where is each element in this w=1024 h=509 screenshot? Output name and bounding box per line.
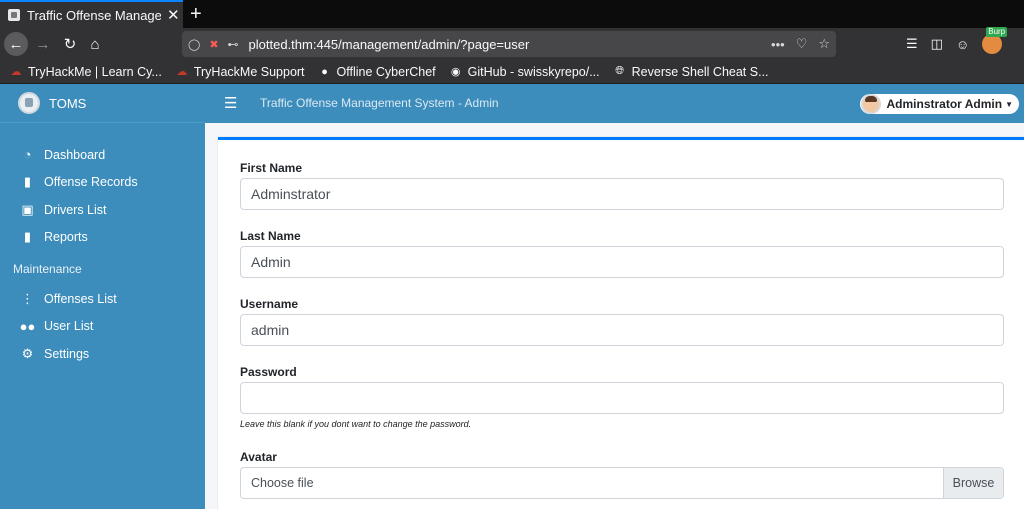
reload-button[interactable]: ↻ <box>60 32 80 56</box>
file-icon: ▮ <box>23 174 32 190</box>
user-avatar <box>860 94 881 114</box>
tryhackme-icon: ☁ <box>176 66 188 78</box>
sidebar-menu: ◔ Dashboard ▮ Offense Records ▣ Drivers … <box>0 123 205 368</box>
sidebar-item-label: Settings <box>44 346 90 361</box>
home-icon: ⌂ <box>90 35 100 53</box>
password-label: Password <box>240 365 297 379</box>
tab-title: Traffic Offense Managem <box>27 7 161 23</box>
page-favicon-icon <box>8 9 20 21</box>
address-bar[interactable]: ◯ ✖ ⊷ plotted.thm:445/management/admin/?… <box>182 31 836 57</box>
first-name-label: First Name <box>240 161 303 175</box>
user-name: Adminstrator Admin <box>886 97 1003 111</box>
traffic-light-icon: ⋮ <box>21 290 34 306</box>
reload-icon: ↻ <box>63 36 77 53</box>
sidebar-item-label: Offenses List <box>44 291 117 306</box>
first-name-input[interactable] <box>240 178 1004 210</box>
sidebar-item-offense-records[interactable]: ▮ Offense Records <box>0 169 205 197</box>
bookmark-label: Offline CyberChef <box>336 64 436 79</box>
first-name-group: First Name <box>240 161 1004 210</box>
url-text[interactable]: plotted.thm:445/management/admin/?page=u… <box>249 37 530 52</box>
password-group: Password Leave this blank if you dont wa… <box>240 365 1004 429</box>
tryhackme-icon: ☁ <box>10 66 22 78</box>
sidebar-item-label: Dashboard <box>44 147 106 162</box>
username-input[interactable] <box>240 314 1004 346</box>
report-icon: ▮ <box>23 229 32 245</box>
password-input[interactable] <box>240 382 1004 414</box>
gears-icon: ⚙︎ <box>21 345 34 361</box>
bookmark-item[interactable]: ◉ GitHub - swisskyrepo/... <box>450 65 600 79</box>
last-name-input[interactable] <box>240 246 1004 278</box>
bookmark-item[interactable]: 🌐︎ Reverse Shell Cheat S... <box>614 64 769 79</box>
bookmark-label: TryHackMe Support <box>193 64 305 79</box>
user-menu-button[interactable]: Adminstrator Admin ▼ <box>859 94 1019 114</box>
arrow-right-icon: → <box>35 35 51 53</box>
address-bar-actions: ••• ♡ ☆ <box>771 31 830 57</box>
back-button[interactable]: ← <box>4 32 28 56</box>
sidebar-header-maintenance: Maintenance <box>13 262 82 276</box>
avatar-label: Avatar <box>240 450 277 464</box>
burp-extension-icon[interactable]: Burp <box>982 27 1008 54</box>
browser-tab-bar: Traffic Offense Managem ✕ + <box>0 0 1024 28</box>
sidebar-icon[interactable]: ◫ <box>931 36 943 52</box>
system-title: Traffic Offense Management System - Admi… <box>260 96 499 110</box>
globe-icon: 🌐︎ <box>615 65 625 77</box>
id-card-icon: ▣ <box>21 201 34 217</box>
bookmarks-bar: ☁ TryHackMe | Learn Cy... ☁ TryHackMe Su… <box>0 60 1024 84</box>
caret-down-icon: ▼ <box>1005 99 1013 109</box>
sidebar-item-user-list[interactable]: ●● User List <box>0 313 205 341</box>
users-icon: ●● <box>19 318 36 334</box>
github-icon: ◉ <box>450 66 461 78</box>
shield-icon[interactable]: ◯ <box>188 38 200 51</box>
key-icon[interactable]: ⊷ <box>228 38 239 51</box>
sidebar-item-label: Offense Records <box>44 175 138 190</box>
brand-logo-icon <box>18 92 40 114</box>
arrow-left-icon: ← <box>8 35 24 53</box>
bookmark-label: Reverse Shell Cheat S... <box>631 64 769 79</box>
sidebar-item-dashboard[interactable]: ◔ Dashboard <box>0 141 205 169</box>
library-icon[interactable]: ☰ <box>906 36 918 52</box>
sidebar-item-label: Drivers List <box>44 202 107 217</box>
bookmark-item[interactable]: ☁ TryHackMe Support <box>176 64 305 79</box>
page-actions-icon[interactable]: ••• <box>771 37 785 52</box>
home-button[interactable]: ⌂ <box>85 32 105 56</box>
new-tab-button[interactable]: + <box>190 2 202 26</box>
sidebar-item-label: User List <box>44 319 94 334</box>
browser-nav-bar: ← → ↻ ⌂ ◯ ✖ ⊷ plotted.thm:445/management… <box>0 27 1024 60</box>
avatar-group: Avatar Choose file Browse <box>240 450 1004 499</box>
avatar-file-input[interactable]: Choose file Browse <box>240 467 1004 499</box>
username-group: Username <box>240 297 1004 346</box>
insecure-lock-icon[interactable]: ✖ <box>209 38 218 51</box>
password-hint: Leave this blank if you dont want to cha… <box>240 419 472 429</box>
close-tab-icon[interactable]: ✕ <box>167 8 180 23</box>
bookmark-label: GitHub - swisskyrepo/... <box>467 64 600 79</box>
sidebar-item-offenses-list[interactable]: ⋮ Offenses List <box>0 285 205 313</box>
toolbar-right: ☰ ◫ ☺ Burp <box>906 27 1008 56</box>
last-name-label: Last Name <box>240 229 301 243</box>
sidebar-item-label: Reports <box>44 230 88 245</box>
sidebar-item-reports[interactable]: ▮ Reports <box>0 224 205 252</box>
dashboard-icon: ◔ <box>23 147 32 163</box>
sidebar-item-settings[interactable]: ⚙︎ Settings <box>0 340 205 368</box>
burp-label: Burp <box>986 27 1008 37</box>
brand-link[interactable]: TOMS <box>0 84 205 123</box>
app-header: ☰ Traffic Offense Management System - Ad… <box>205 84 1024 123</box>
forward-button[interactable]: → <box>33 32 53 56</box>
user-form-card: First Name Last Name Username Password L… <box>218 137 1024 509</box>
sidebar-item-drivers-list[interactable]: ▣ Drivers List <box>0 196 205 224</box>
bookmark-item[interactable]: ● Offline CyberChef <box>319 64 436 79</box>
browse-button[interactable]: Browse <box>943 468 1003 498</box>
bookmark-item[interactable]: ☁ TryHackMe | Learn Cy... <box>10 65 162 79</box>
account-icon[interactable]: ☺ <box>956 37 969 52</box>
browser-tab[interactable]: Traffic Offense Managem ✕ <box>0 0 183 28</box>
sidebar: TOMS ◔ Dashboard ▮ Offense Records ▣ Dri… <box>0 84 205 509</box>
chef-hat-icon: ● <box>321 65 328 78</box>
pocket-icon[interactable]: ♡ <box>796 36 808 52</box>
brand-text: TOMS <box>49 95 87 111</box>
username-label: Username <box>240 297 299 311</box>
menu-toggle-icon[interactable]: ☰ <box>224 94 237 112</box>
bookmark-star-icon[interactable]: ☆ <box>818 36 830 52</box>
bookmark-label: TryHackMe | Learn Cy... <box>28 64 162 79</box>
last-name-group: Last Name <box>240 229 1004 278</box>
file-input-text: Choose file <box>251 476 314 490</box>
